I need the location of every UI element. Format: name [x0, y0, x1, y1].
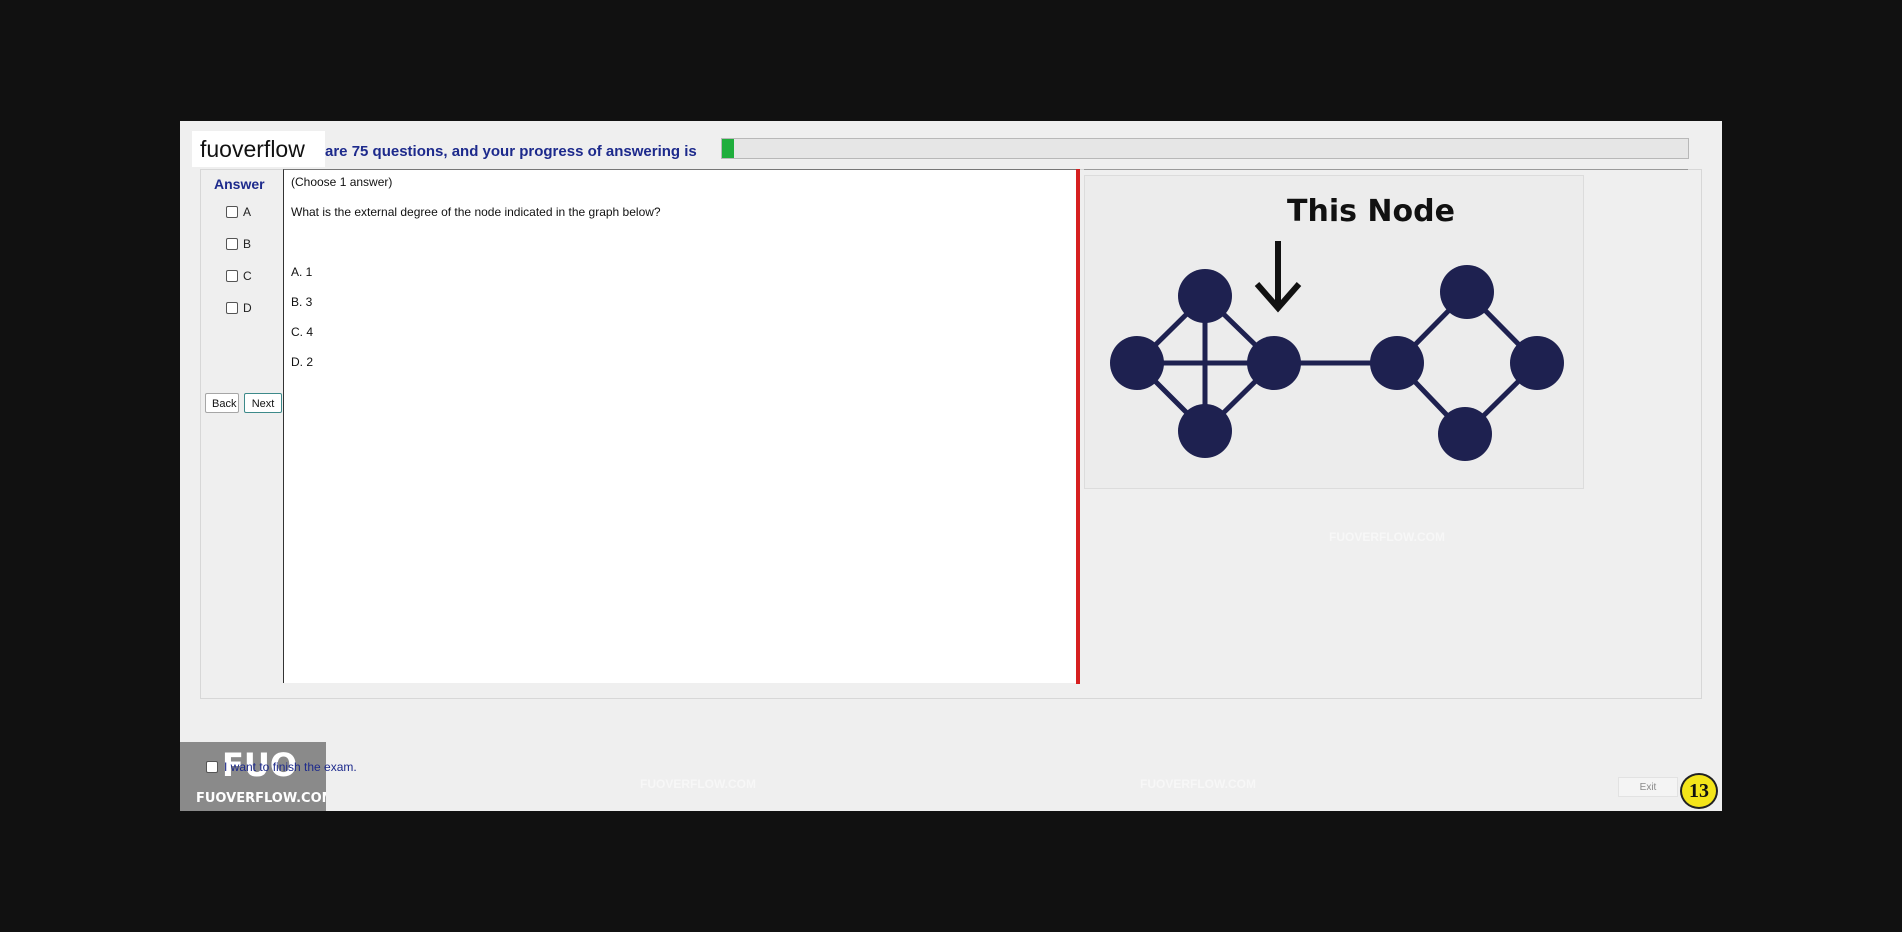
choice-d: D. 2	[291, 355, 314, 369]
choice-b: B. 3	[291, 295, 313, 309]
watermark-4: FUOVERFLOW.COM	[1329, 530, 1445, 544]
progress-bar	[721, 138, 1689, 159]
graph-node	[1110, 336, 1164, 390]
choice-a: A. 1	[291, 265, 313, 279]
choice-c: C. 4	[291, 325, 314, 339]
graph-node	[1178, 269, 1232, 323]
arrow-down-icon	[1254, 241, 1302, 313]
question-panel: (Choose 1 answer) What is the external d…	[283, 169, 1078, 683]
answer-option-c[interactable]: C	[226, 269, 252, 283]
question-counter-badge: 13	[1680, 773, 1718, 809]
finish-exam-label: I want to finish the exam.	[224, 760, 357, 774]
answer-option-a[interactable]: A	[226, 205, 251, 219]
answer-heading: Answer	[214, 176, 265, 192]
question-instruction: (Choose 1 answer)	[291, 175, 393, 189]
watermark-6: FUOVERFLOW.COM	[1140, 777, 1256, 791]
progress-label: are 75 questions, and your progress of a…	[325, 143, 697, 160]
answer-b-checkbox[interactable]	[226, 238, 238, 250]
answer-b-label: B	[243, 237, 252, 251]
image-area: This Node FUOVERFLOW.COM	[1084, 169, 1688, 683]
graph-figure: This Node	[1110, 194, 1564, 461]
answer-c-checkbox[interactable]	[226, 270, 238, 282]
graph-node	[1178, 404, 1232, 458]
graph-node	[1510, 336, 1564, 390]
question-text: What is the external degree of the node …	[291, 205, 661, 219]
watermark-5: FUOVERFLOW.COM	[640, 777, 756, 791]
answer-d-label: D	[243, 301, 252, 315]
answer-a-checkbox[interactable]	[226, 206, 238, 218]
finish-exam-row[interactable]: I want to finish the exam.	[206, 760, 357, 774]
graph-image: This Node	[1084, 175, 1584, 489]
brand-label: fuoverflow	[192, 131, 325, 167]
exit-button[interactable]: Exit	[1618, 777, 1678, 797]
graph-caption: This Node	[1287, 194, 1455, 229]
watermark-1: FUOVERFLOW.COM	[634, 280, 750, 294]
watermark-2: FUOVERFLOW.COM	[384, 530, 500, 544]
fuo-logo: FUO FUOVERFLOW.COM	[196, 746, 335, 806]
logo-bottom-text: FUOVERFLOW.COM	[196, 791, 326, 806]
answer-option-d[interactable]: D	[226, 301, 252, 315]
fuo-logo-badge: FUO FUOVERFLOW.COM	[180, 742, 335, 811]
answer-option-b[interactable]: B	[226, 237, 251, 251]
graph-node	[1438, 407, 1492, 461]
graph-node	[1370, 336, 1424, 390]
panel-divider	[1076, 169, 1080, 684]
answer-c-label: C	[243, 269, 252, 283]
exam-window: fuoverflow are 75 questions, and your pr…	[180, 121, 1722, 811]
graph-node	[1440, 265, 1494, 319]
progress-bar-fill	[722, 139, 734, 158]
finish-exam-checkbox[interactable]	[206, 761, 218, 773]
next-button[interactable]: Next	[244, 393, 282, 413]
watermark-3: FUOVERFLOW.COM	[884, 530, 1000, 544]
answer-a-label: A	[243, 205, 252, 219]
graph-node-indicated	[1247, 336, 1301, 390]
back-button[interactable]: Back	[205, 393, 239, 413]
answer-d-checkbox[interactable]	[226, 302, 238, 314]
